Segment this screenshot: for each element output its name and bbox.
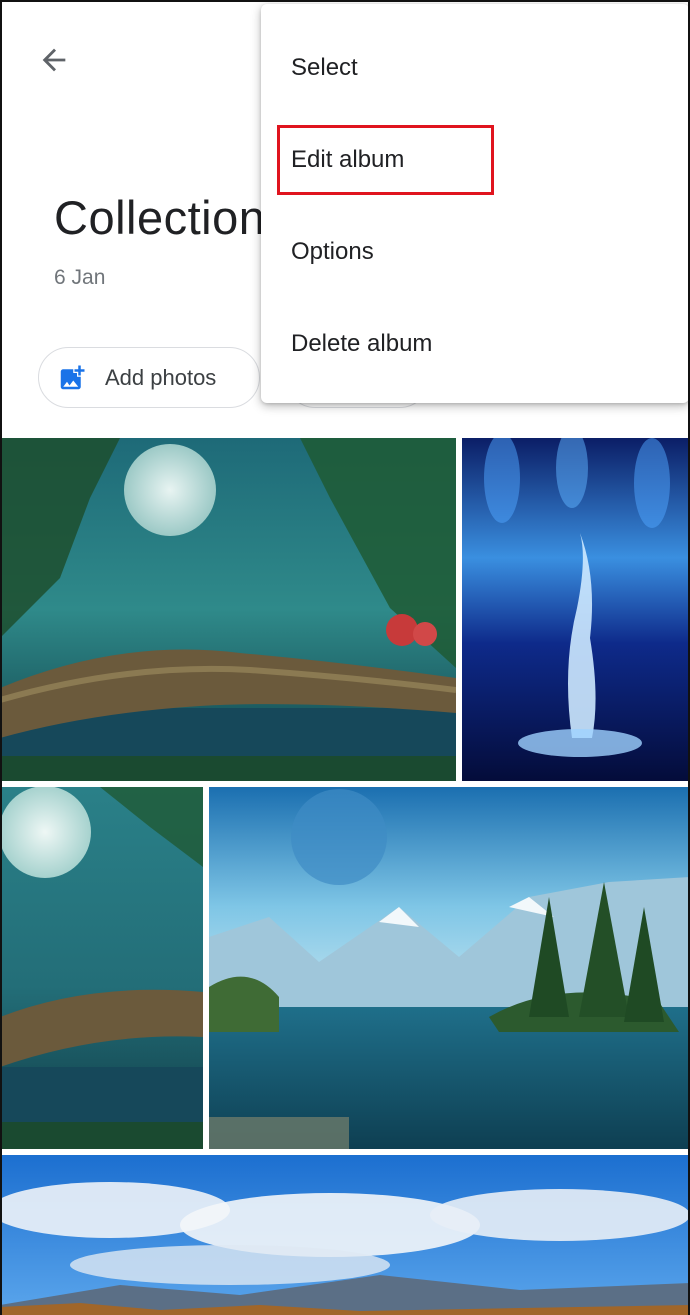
album-title: Collection [54, 191, 266, 244]
add-photos-button[interactable]: Add photos [38, 347, 260, 408]
back-button[interactable] [28, 34, 80, 86]
photo-mountain-lake-island[interactable] [209, 787, 690, 1149]
add-photos-label: Add photos [105, 364, 217, 390]
photo-fantasy-forest-moon[interactable] [0, 438, 456, 781]
add-photo-icon [60, 365, 85, 389]
arrow-left-icon [42, 48, 66, 72]
menu-item-select[interactable]: Select [261, 22, 689, 114]
photo-blue-water-fountain[interactable] [462, 438, 690, 781]
album-date: 6 Jan [54, 266, 106, 289]
menu-item-options[interactable]: Options [261, 206, 689, 298]
overflow-menu: Select Edit album Options Delete album [261, 4, 689, 403]
menu-item-edit-album[interactable]: Edit album [261, 114, 689, 206]
photo-fantasy-forest-moon-crop[interactable] [0, 787, 203, 1149]
menu-item-delete-album[interactable]: Delete album [261, 298, 689, 390]
photo-cloudy-sky-mountains[interactable] [0, 1155, 690, 1315]
